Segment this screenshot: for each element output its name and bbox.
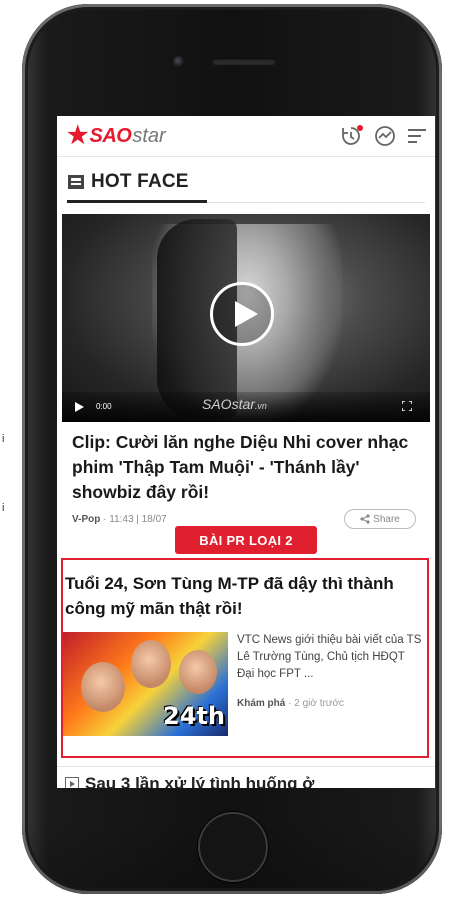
pr-article-category[interactable]: Khám phá bbox=[237, 698, 285, 709]
logo-star-text: star bbox=[132, 124, 166, 147]
video-player[interactable]: 0:00 SAOstar.vn bbox=[62, 214, 430, 422]
article-time: · 11:43 | 18/07 bbox=[103, 514, 167, 525]
share-button[interactable]: Share bbox=[344, 509, 416, 529]
video-controls: 0:00 SAOstar.vn bbox=[62, 392, 430, 422]
site-header: ★ SAO star bbox=[57, 116, 435, 157]
section-header: HOT FACE bbox=[67, 168, 189, 196]
next-article[interactable]: Sau 3 lần xử lý tình huống ở bbox=[65, 774, 314, 788]
play-button[interactable] bbox=[210, 282, 274, 346]
play-icon bbox=[235, 301, 258, 327]
section-badge-icon bbox=[68, 175, 84, 189]
article-title[interactable]: Clip: Cười lăn nghe Diệu Nhi cover nhạc … bbox=[72, 430, 417, 505]
history-icon[interactable] bbox=[339, 124, 363, 148]
fullscreen-icon[interactable] bbox=[402, 401, 412, 411]
pr-label-badge: BÀI PR LOẠI 2 bbox=[175, 526, 317, 554]
section-underline bbox=[67, 200, 207, 203]
phone-screen: ★ SAO star HOT FACE 0:00 SAOstar.vn Clip… bbox=[57, 116, 435, 788]
next-divider bbox=[57, 766, 435, 767]
video-time: 0:00 bbox=[96, 402, 112, 411]
share-icon bbox=[360, 514, 370, 524]
pr-article-thumbnail[interactable]: 24th bbox=[63, 632, 228, 736]
next-article-title: Sau 3 lần xử lý tình huống ở bbox=[85, 774, 315, 788]
side-text-fragment: i bbox=[2, 502, 5, 514]
earpiece-speaker bbox=[212, 58, 276, 65]
logo-star-icon: ★ bbox=[67, 122, 89, 149]
pr-article-description: VTC News giới thiệu bài viết của TS Lê T… bbox=[237, 634, 422, 680]
share-label: Share bbox=[373, 513, 400, 525]
front-camera bbox=[173, 56, 185, 68]
thumbnail-face bbox=[179, 650, 217, 694]
menu-icon[interactable] bbox=[405, 124, 429, 148]
thumbnail-24th-text: 24th bbox=[163, 702, 225, 730]
saostar-logo[interactable]: ★ SAO star bbox=[67, 122, 166, 150]
article-meta: V-Pop · 11:43 | 18/07 bbox=[72, 514, 167, 525]
pr-article-meta: Khám phá · 2 giờ trước bbox=[237, 698, 344, 709]
article-category[interactable]: V-Pop bbox=[72, 514, 100, 525]
side-text-fragment: i bbox=[2, 433, 5, 445]
thumbnail-face bbox=[81, 662, 125, 712]
section-title: HOT FACE bbox=[91, 171, 189, 192]
pr-article-time: · 2 giờ trước bbox=[288, 698, 345, 709]
thumbnail-face bbox=[131, 640, 171, 688]
pr-article-title[interactable]: Tuổi 24, Sơn Tùng M-TP đã dậy thì thành … bbox=[65, 571, 425, 621]
small-play-icon[interactable] bbox=[74, 402, 84, 412]
video-badge-icon bbox=[65, 777, 79, 788]
trending-icon[interactable] bbox=[373, 124, 397, 148]
video-watermark: SAOstar.vn bbox=[202, 396, 267, 412]
notification-dot bbox=[357, 125, 363, 131]
logo-sao-text: SAO bbox=[89, 124, 132, 147]
home-button[interactable] bbox=[198, 812, 268, 882]
